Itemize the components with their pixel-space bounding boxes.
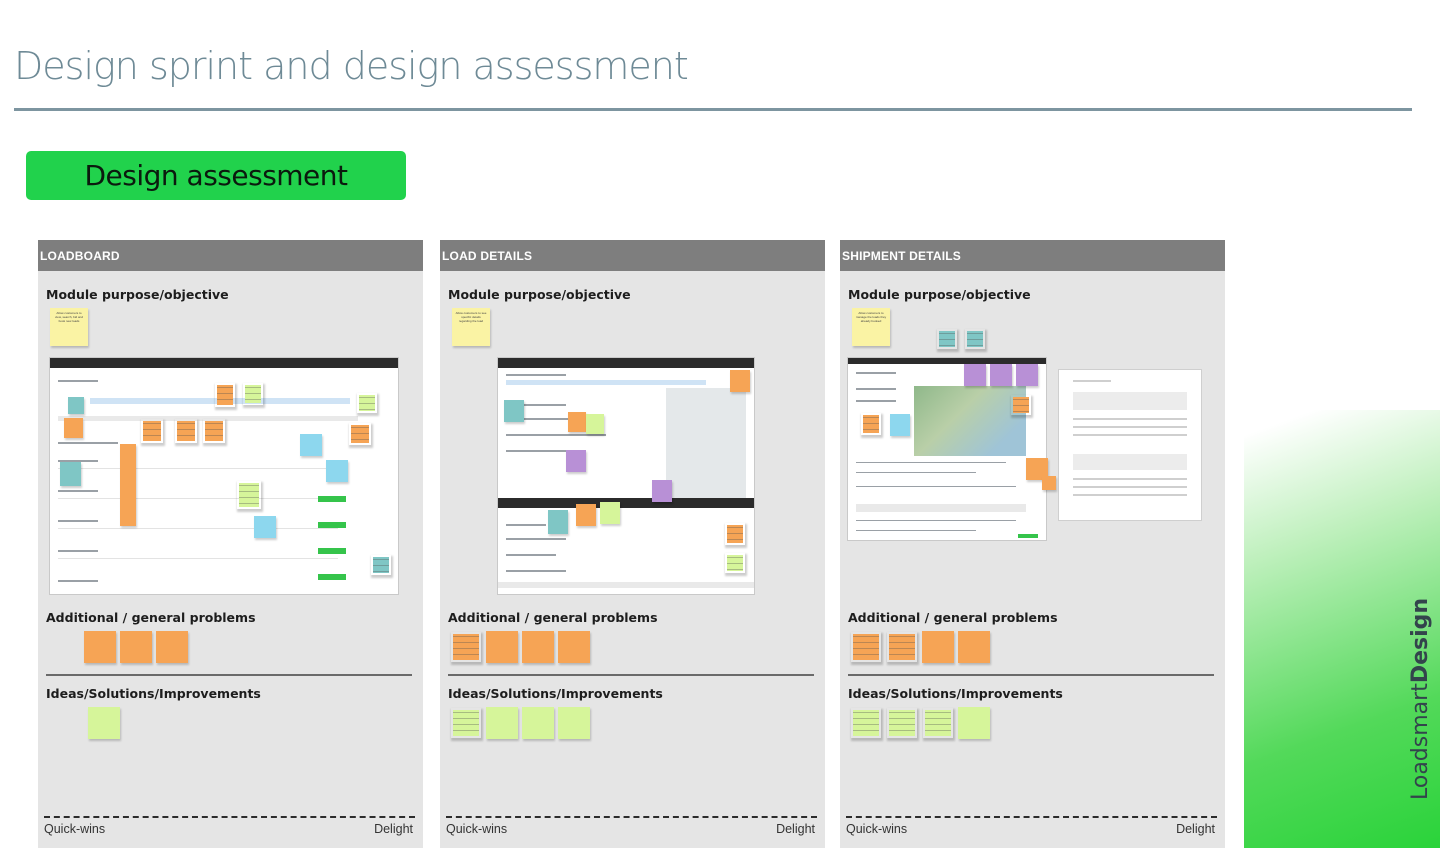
- priority-scale-line: [846, 816, 1217, 818]
- problems-label: Additional / general problems: [448, 610, 658, 625]
- scale-left-label: Quick-wins: [846, 822, 908, 836]
- title-divider: [14, 108, 1412, 111]
- ideas-label: Ideas/Solutions/Improvements: [848, 686, 1063, 701]
- problem-sticky-note[interactable]: [156, 631, 188, 663]
- sticky-note[interactable]: [60, 462, 81, 486]
- panel-load-details: LOAD DETAILS Module purpose/objective Al…: [440, 240, 825, 848]
- scale-right-label: Delight: [374, 822, 413, 836]
- app-topbar: [50, 358, 398, 368]
- sticky-note[interactable]: [214, 382, 236, 408]
- sticky-note[interactable]: [64, 418, 83, 438]
- sticky-note[interactable]: [202, 418, 226, 444]
- shipment-detail-document: [1058, 369, 1202, 521]
- section-divider: [848, 674, 1214, 676]
- sticky-note[interactable]: [236, 480, 262, 510]
- panel-header: LOAD DETAILS: [440, 240, 825, 271]
- sticky-note[interactable]: [348, 422, 372, 446]
- problem-sticky-note[interactable]: [958, 631, 990, 663]
- sticky-note[interactable]: [730, 370, 750, 392]
- sticky-note[interactable]: [652, 480, 672, 502]
- problem-sticky-note[interactable]: [84, 631, 116, 663]
- problem-sticky-note[interactable]: [486, 631, 518, 663]
- sticky-note[interactable]: [140, 418, 164, 444]
- problem-sticky-note[interactable]: [886, 631, 918, 663]
- sticky-note[interactable]: [724, 522, 746, 546]
- idea-sticky-note[interactable]: [922, 707, 954, 739]
- sticky-note[interactable]: [586, 414, 604, 434]
- purpose-sticky-note[interactable]: Allow customers to see specific details …: [452, 308, 490, 346]
- scale-right-label: Delight: [776, 822, 815, 836]
- panel-shipment-details: SHIPMENT DETAILS Module purpose/objectiv…: [840, 240, 1225, 848]
- ideas-label: Ideas/Solutions/Improvements: [46, 686, 261, 701]
- problem-sticky-note[interactable]: [120, 631, 152, 663]
- sticky-note[interactable]: [174, 418, 198, 444]
- idea-sticky-note[interactable]: [850, 707, 882, 739]
- panel-header: SHIPMENT DETAILS: [840, 240, 1225, 271]
- panel-header: LOADBOARD: [38, 240, 423, 271]
- sticky-note[interactable]: [964, 364, 986, 386]
- sticky-note[interactable]: [600, 502, 620, 524]
- sticky-note[interactable]: [120, 444, 136, 526]
- sticky-note[interactable]: [576, 504, 596, 526]
- sticky-note[interactable]: [1016, 364, 1038, 386]
- app-topbar: [498, 358, 754, 368]
- purpose-label: Module purpose/objective: [848, 287, 1031, 302]
- brand-logo: LoadsmartDesign: [1408, 598, 1433, 800]
- sticky-note[interactable]: [504, 400, 524, 422]
- section-badge: Design assessment: [26, 151, 406, 200]
- problem-sticky-note[interactable]: [522, 631, 554, 663]
- idea-sticky-note[interactable]: [886, 707, 918, 739]
- idea-sticky-note[interactable]: [486, 707, 518, 739]
- idea-sticky-note[interactable]: [522, 707, 554, 739]
- scale-left-label: Quick-wins: [446, 822, 508, 836]
- scale-left-label: Quick-wins: [44, 822, 106, 836]
- problem-sticky-note[interactable]: [558, 631, 590, 663]
- sticky-note[interactable]: [242, 382, 264, 406]
- purpose-label: Module purpose/objective: [46, 287, 229, 302]
- problem-sticky-note[interactable]: [922, 631, 954, 663]
- priority-scale-line: [446, 816, 817, 818]
- problem-sticky-note[interactable]: [450, 631, 482, 663]
- sticky-note[interactable]: [356, 392, 378, 414]
- sticky-note[interactable]: [568, 412, 586, 432]
- purpose-label: Module purpose/objective: [448, 287, 631, 302]
- sticky-note[interactable]: [1010, 394, 1032, 416]
- sticky-note[interactable]: [254, 516, 276, 538]
- problems-label: Additional / general problems: [46, 610, 256, 625]
- ideas-label: Ideas/Solutions/Improvements: [448, 686, 663, 701]
- idea-sticky-note[interactable]: [88, 707, 120, 739]
- sticky-note[interactable]: [936, 328, 958, 350]
- purpose-sticky-note[interactable]: Allow customers to view, search, bid and…: [50, 308, 88, 346]
- sticky-note[interactable]: [860, 412, 882, 436]
- sticky-note[interactable]: [1042, 476, 1056, 490]
- problems-label: Additional / general problems: [848, 610, 1058, 625]
- brand-bold: Design: [1408, 597, 1433, 684]
- sticky-note[interactable]: [990, 364, 1012, 386]
- sticky-note[interactable]: [370, 554, 392, 576]
- section-divider: [46, 674, 412, 676]
- sticky-note[interactable]: [300, 434, 322, 456]
- page-title: Design sprint and design assessment: [14, 44, 689, 88]
- sticky-note[interactable]: [724, 552, 746, 574]
- scale-right-label: Delight: [1176, 822, 1215, 836]
- idea-sticky-note[interactable]: [958, 707, 990, 739]
- sticky-note[interactable]: [566, 450, 586, 472]
- purpose-sticky-note[interactable]: Allow customers to manage the loads they…: [852, 308, 890, 346]
- problem-sticky-note[interactable]: [850, 631, 882, 663]
- section-divider: [448, 674, 814, 676]
- load-details-screenshot: [497, 357, 755, 595]
- sticky-note[interactable]: [548, 510, 568, 534]
- map-preview: [666, 388, 746, 500]
- panel-loadboard: LOADBOARD Module purpose/objective Allow…: [38, 240, 423, 848]
- idea-sticky-note[interactable]: [558, 707, 590, 739]
- sticky-note[interactable]: [326, 460, 348, 482]
- idea-sticky-note[interactable]: [450, 707, 482, 739]
- sticky-note[interactable]: [890, 414, 910, 436]
- sticky-note[interactable]: [964, 328, 986, 350]
- sticky-note[interactable]: [68, 397, 84, 414]
- priority-scale-line: [44, 816, 415, 818]
- brand-light: Loadsmart: [1408, 683, 1433, 800]
